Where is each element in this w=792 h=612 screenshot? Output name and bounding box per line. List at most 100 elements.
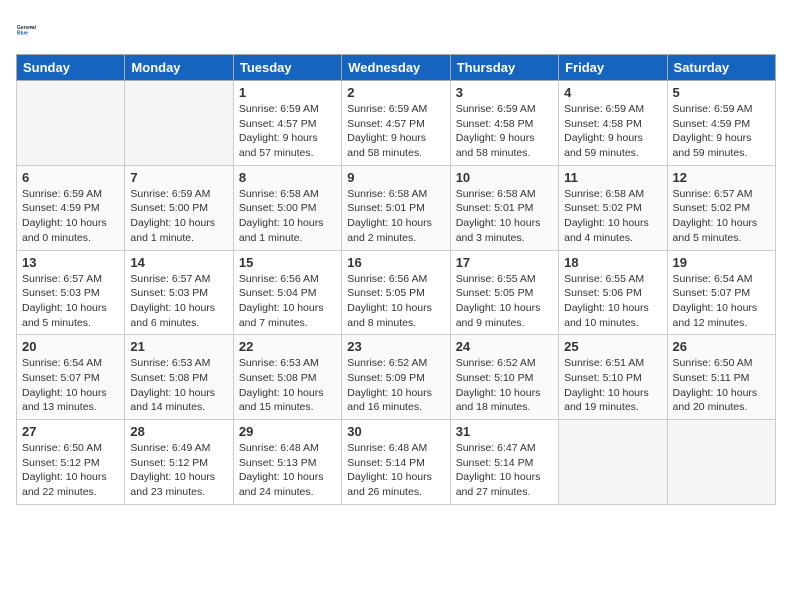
calendar-cell: 3 Sunrise: 6:59 AM Sunset: 4:58 PM Dayli… bbox=[450, 81, 558, 166]
day-info: Sunrise: 6:52 AM Sunset: 5:10 PM Dayligh… bbox=[456, 356, 553, 415]
day-info: Sunrise: 6:59 AM Sunset: 4:58 PM Dayligh… bbox=[456, 102, 553, 161]
calendar-cell: 10 Sunrise: 6:58 AM Sunset: 5:01 PM Dayl… bbox=[450, 165, 558, 250]
day-info: Sunrise: 6:48 AM Sunset: 5:13 PM Dayligh… bbox=[239, 441, 336, 500]
day-info: Sunrise: 6:59 AM Sunset: 4:57 PM Dayligh… bbox=[347, 102, 444, 161]
calendar-cell: 4 Sunrise: 6:59 AM Sunset: 4:58 PM Dayli… bbox=[559, 81, 667, 166]
day-info: Sunrise: 6:56 AM Sunset: 5:05 PM Dayligh… bbox=[347, 272, 444, 331]
calendar-table: SundayMondayTuesdayWednesdayThursdayFrid… bbox=[16, 54, 776, 505]
calendar-week-4: 20 Sunrise: 6:54 AM Sunset: 5:07 PM Dayl… bbox=[17, 335, 776, 420]
day-info: Sunrise: 6:54 AM Sunset: 5:07 PM Dayligh… bbox=[22, 356, 119, 415]
day-number: 4 bbox=[564, 85, 661, 100]
day-number: 2 bbox=[347, 85, 444, 100]
day-number: 31 bbox=[456, 424, 553, 439]
day-info: Sunrise: 6:50 AM Sunset: 5:12 PM Dayligh… bbox=[22, 441, 119, 500]
calendar-cell: 2 Sunrise: 6:59 AM Sunset: 4:57 PM Dayli… bbox=[342, 81, 450, 166]
day-info: Sunrise: 6:58 AM Sunset: 5:00 PM Dayligh… bbox=[239, 187, 336, 246]
day-number: 5 bbox=[673, 85, 770, 100]
logo: General Blue bbox=[16, 16, 48, 44]
day-header-tuesday: Tuesday bbox=[233, 55, 341, 81]
calendar-cell: 21 Sunrise: 6:53 AM Sunset: 5:08 PM Dayl… bbox=[125, 335, 233, 420]
day-info: Sunrise: 6:57 AM Sunset: 5:02 PM Dayligh… bbox=[673, 187, 770, 246]
calendar-cell bbox=[667, 420, 775, 505]
day-info: Sunrise: 6:57 AM Sunset: 5:03 PM Dayligh… bbox=[22, 272, 119, 331]
calendar-cell: 1 Sunrise: 6:59 AM Sunset: 4:57 PM Dayli… bbox=[233, 81, 341, 166]
day-info: Sunrise: 6:59 AM Sunset: 4:59 PM Dayligh… bbox=[673, 102, 770, 161]
calendar-cell: 8 Sunrise: 6:58 AM Sunset: 5:00 PM Dayli… bbox=[233, 165, 341, 250]
day-number: 17 bbox=[456, 255, 553, 270]
day-number: 26 bbox=[673, 339, 770, 354]
calendar-cell: 23 Sunrise: 6:52 AM Sunset: 5:09 PM Dayl… bbox=[342, 335, 450, 420]
calendar-week-2: 6 Sunrise: 6:59 AM Sunset: 4:59 PM Dayli… bbox=[17, 165, 776, 250]
day-info: Sunrise: 6:52 AM Sunset: 5:09 PM Dayligh… bbox=[347, 356, 444, 415]
day-number: 12 bbox=[673, 170, 770, 185]
day-header-monday: Monday bbox=[125, 55, 233, 81]
day-number: 16 bbox=[347, 255, 444, 270]
day-info: Sunrise: 6:50 AM Sunset: 5:11 PM Dayligh… bbox=[673, 356, 770, 415]
calendar-cell: 30 Sunrise: 6:48 AM Sunset: 5:14 PM Dayl… bbox=[342, 420, 450, 505]
calendar-cell: 17 Sunrise: 6:55 AM Sunset: 5:05 PM Dayl… bbox=[450, 250, 558, 335]
day-header-thursday: Thursday bbox=[450, 55, 558, 81]
day-header-saturday: Saturday bbox=[667, 55, 775, 81]
calendar-cell: 31 Sunrise: 6:47 AM Sunset: 5:14 PM Dayl… bbox=[450, 420, 558, 505]
calendar-cell: 22 Sunrise: 6:53 AM Sunset: 5:08 PM Dayl… bbox=[233, 335, 341, 420]
calendar-cell: 29 Sunrise: 6:48 AM Sunset: 5:13 PM Dayl… bbox=[233, 420, 341, 505]
day-number: 24 bbox=[456, 339, 553, 354]
calendar-cell: 9 Sunrise: 6:58 AM Sunset: 5:01 PM Dayli… bbox=[342, 165, 450, 250]
calendar-cell: 28 Sunrise: 6:49 AM Sunset: 5:12 PM Dayl… bbox=[125, 420, 233, 505]
day-number: 9 bbox=[347, 170, 444, 185]
calendar-week-1: 1 Sunrise: 6:59 AM Sunset: 4:57 PM Dayli… bbox=[17, 81, 776, 166]
calendar-cell: 18 Sunrise: 6:55 AM Sunset: 5:06 PM Dayl… bbox=[559, 250, 667, 335]
day-number: 10 bbox=[456, 170, 553, 185]
calendar-cell: 24 Sunrise: 6:52 AM Sunset: 5:10 PM Dayl… bbox=[450, 335, 558, 420]
calendar-cell: 11 Sunrise: 6:58 AM Sunset: 5:02 PM Dayl… bbox=[559, 165, 667, 250]
day-info: Sunrise: 6:53 AM Sunset: 5:08 PM Dayligh… bbox=[130, 356, 227, 415]
calendar-cell bbox=[559, 420, 667, 505]
calendar-week-3: 13 Sunrise: 6:57 AM Sunset: 5:03 PM Dayl… bbox=[17, 250, 776, 335]
day-info: Sunrise: 6:59 AM Sunset: 5:00 PM Dayligh… bbox=[130, 187, 227, 246]
calendar-cell: 13 Sunrise: 6:57 AM Sunset: 5:03 PM Dayl… bbox=[17, 250, 125, 335]
calendar-cell: 6 Sunrise: 6:59 AM Sunset: 4:59 PM Dayli… bbox=[17, 165, 125, 250]
day-info: Sunrise: 6:55 AM Sunset: 5:05 PM Dayligh… bbox=[456, 272, 553, 331]
day-number: 21 bbox=[130, 339, 227, 354]
calendar-cell: 5 Sunrise: 6:59 AM Sunset: 4:59 PM Dayli… bbox=[667, 81, 775, 166]
day-number: 20 bbox=[22, 339, 119, 354]
day-info: Sunrise: 6:48 AM Sunset: 5:14 PM Dayligh… bbox=[347, 441, 444, 500]
calendar-cell: 15 Sunrise: 6:56 AM Sunset: 5:04 PM Dayl… bbox=[233, 250, 341, 335]
day-number: 29 bbox=[239, 424, 336, 439]
calendar-cell: 19 Sunrise: 6:54 AM Sunset: 5:07 PM Dayl… bbox=[667, 250, 775, 335]
page-header: General Blue bbox=[16, 16, 776, 44]
day-number: 15 bbox=[239, 255, 336, 270]
day-info: Sunrise: 6:47 AM Sunset: 5:14 PM Dayligh… bbox=[456, 441, 553, 500]
calendar-header-row: SundayMondayTuesdayWednesdayThursdayFrid… bbox=[17, 55, 776, 81]
day-number: 6 bbox=[22, 170, 119, 185]
calendar-cell: 14 Sunrise: 6:57 AM Sunset: 5:03 PM Dayl… bbox=[125, 250, 233, 335]
day-number: 30 bbox=[347, 424, 444, 439]
calendar-cell bbox=[125, 81, 233, 166]
calendar-cell bbox=[17, 81, 125, 166]
day-number: 3 bbox=[456, 85, 553, 100]
day-info: Sunrise: 6:54 AM Sunset: 5:07 PM Dayligh… bbox=[673, 272, 770, 331]
calendar-cell: 27 Sunrise: 6:50 AM Sunset: 5:12 PM Dayl… bbox=[17, 420, 125, 505]
day-number: 18 bbox=[564, 255, 661, 270]
day-number: 13 bbox=[22, 255, 119, 270]
day-number: 25 bbox=[564, 339, 661, 354]
day-number: 23 bbox=[347, 339, 444, 354]
svg-text:Blue: Blue bbox=[17, 31, 28, 37]
day-info: Sunrise: 6:58 AM Sunset: 5:02 PM Dayligh… bbox=[564, 187, 661, 246]
day-info: Sunrise: 6:59 AM Sunset: 4:57 PM Dayligh… bbox=[239, 102, 336, 161]
day-info: Sunrise: 6:49 AM Sunset: 5:12 PM Dayligh… bbox=[130, 441, 227, 500]
day-info: Sunrise: 6:51 AM Sunset: 5:10 PM Dayligh… bbox=[564, 356, 661, 415]
day-info: Sunrise: 6:58 AM Sunset: 5:01 PM Dayligh… bbox=[347, 187, 444, 246]
day-info: Sunrise: 6:57 AM Sunset: 5:03 PM Dayligh… bbox=[130, 272, 227, 331]
day-info: Sunrise: 6:58 AM Sunset: 5:01 PM Dayligh… bbox=[456, 187, 553, 246]
day-header-friday: Friday bbox=[559, 55, 667, 81]
day-number: 19 bbox=[673, 255, 770, 270]
calendar-cell: 20 Sunrise: 6:54 AM Sunset: 5:07 PM Dayl… bbox=[17, 335, 125, 420]
day-number: 8 bbox=[239, 170, 336, 185]
calendar-cell: 7 Sunrise: 6:59 AM Sunset: 5:00 PM Dayli… bbox=[125, 165, 233, 250]
day-number: 14 bbox=[130, 255, 227, 270]
calendar-cell: 16 Sunrise: 6:56 AM Sunset: 5:05 PM Dayl… bbox=[342, 250, 450, 335]
day-number: 1 bbox=[239, 85, 336, 100]
calendar-week-5: 27 Sunrise: 6:50 AM Sunset: 5:12 PM Dayl… bbox=[17, 420, 776, 505]
day-header-sunday: Sunday bbox=[17, 55, 125, 81]
